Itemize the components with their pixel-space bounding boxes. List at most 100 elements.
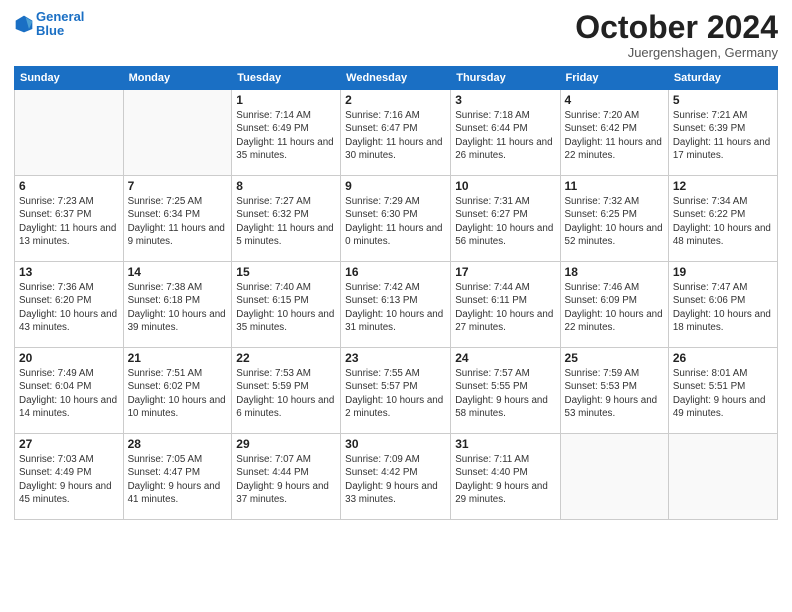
- day-number: 17: [455, 265, 555, 279]
- calendar-cell: 25Sunrise: 7:59 AM Sunset: 5:53 PM Dayli…: [560, 348, 668, 434]
- day-info: Sunrise: 7:38 AM Sunset: 6:18 PM Dayligh…: [128, 281, 228, 334]
- day-info: Sunrise: 7:51 AM Sunset: 6:02 PM Dayligh…: [128, 367, 228, 420]
- day-info: Sunrise: 7:46 AM Sunset: 6:09 PM Dayligh…: [565, 281, 664, 334]
- calendar-cell: 29Sunrise: 7:07 AM Sunset: 4:44 PM Dayli…: [232, 434, 341, 520]
- day-info: Sunrise: 8:01 AM Sunset: 5:51 PM Dayligh…: [673, 367, 773, 420]
- day-info: Sunrise: 7:49 AM Sunset: 6:04 PM Dayligh…: [19, 367, 119, 420]
- day-info: Sunrise: 7:20 AM Sunset: 6:42 PM Dayligh…: [565, 109, 664, 162]
- calendar-cell: 27Sunrise: 7:03 AM Sunset: 4:49 PM Dayli…: [15, 434, 124, 520]
- day-number: 8: [236, 179, 336, 193]
- header: General Blue October 2024 Juergenshagen,…: [14, 10, 778, 60]
- day-number: 16: [345, 265, 446, 279]
- day-number: 2: [345, 93, 446, 107]
- day-info: Sunrise: 7:42 AM Sunset: 6:13 PM Dayligh…: [345, 281, 446, 334]
- calendar-cell: 5 Sunrise: 7:21 AM Sunset: 6:39 PM Daylig…: [668, 90, 777, 176]
- calendar-cell: 2 Sunrise: 7:16 AM Sunset: 6:47 PM Daylig…: [341, 90, 451, 176]
- calendar-cell: 14Sunrise: 7:38 AM Sunset: 6:18 PM Dayli…: [123, 262, 232, 348]
- calendar-cell: 10Sunrise: 7:31 AM Sunset: 6:27 PM Dayli…: [451, 176, 560, 262]
- day-number: 20: [19, 351, 119, 365]
- calendar-cell: 8Sunrise: 7:27 AM Sunset: 6:32 PM Daylig…: [232, 176, 341, 262]
- day-number: 9: [345, 179, 446, 193]
- day-number: 7: [128, 179, 228, 193]
- calendar-cell: 9 Sunrise: 7:29 AM Sunset: 6:30 PM Daylig…: [341, 176, 451, 262]
- col-monday: Monday: [123, 67, 232, 90]
- day-info: Sunrise: 7:14 AM Sunset: 6:49 PM Dayligh…: [236, 109, 336, 162]
- calendar-cell: 11Sunrise: 7:32 AM Sunset: 6:25 PM Dayli…: [560, 176, 668, 262]
- calendar-cell: 1 Sunrise: 7:14 AM Sunset: 6:49 PM Daylig…: [232, 90, 341, 176]
- day-number: 18: [565, 265, 664, 279]
- calendar-cell: 21 Sunrise: 7:51 AM Sunset: 6:02 PM Dayli…: [123, 348, 232, 434]
- day-number: 26: [673, 351, 773, 365]
- logo-line1: General: [36, 9, 84, 24]
- day-number: 10: [455, 179, 555, 193]
- col-tuesday: Tuesday: [232, 67, 341, 90]
- col-sunday: Sunday: [15, 67, 124, 90]
- calendar-cell: [123, 90, 232, 176]
- day-number: 13: [19, 265, 119, 279]
- day-info: Sunrise: 7:36 AM Sunset: 6:20 PM Dayligh…: [19, 281, 119, 334]
- col-thursday: Thursday: [451, 67, 560, 90]
- day-number: 23: [345, 351, 446, 365]
- calendar-body: 1 Sunrise: 7:14 AM Sunset: 6:49 PM Daylig…: [15, 90, 778, 520]
- calendar-cell: 24 Sunrise: 7:57 AM Sunset: 5:55 PM Dayli…: [451, 348, 560, 434]
- day-number: 6: [19, 179, 119, 193]
- logo-text: General Blue: [36, 10, 84, 39]
- day-info: Sunrise: 7:25 AM Sunset: 6:34 PM Dayligh…: [128, 195, 228, 248]
- day-number: 15: [236, 265, 336, 279]
- calendar-cell: 26 Sunrise: 8:01 AM Sunset: 5:51 PM Dayli…: [668, 348, 777, 434]
- day-info: Sunrise: 7:07 AM Sunset: 4:44 PM Dayligh…: [236, 453, 336, 506]
- calendar-cell: 3 Sunrise: 7:18 AM Sunset: 6:44 PM Daylig…: [451, 90, 560, 176]
- calendar-cell: 17 Sunrise: 7:44 AM Sunset: 6:11 PM Dayli…: [451, 262, 560, 348]
- calendar-cell: [15, 90, 124, 176]
- col-saturday: Saturday: [668, 67, 777, 90]
- logo-line2: Blue: [36, 23, 64, 38]
- day-info: Sunrise: 7:47 AM Sunset: 6:06 PM Dayligh…: [673, 281, 773, 334]
- logo-icon: [14, 14, 34, 34]
- day-number: 1: [236, 93, 336, 107]
- day-info: Sunrise: 7:05 AM Sunset: 4:47 PM Dayligh…: [128, 453, 228, 506]
- day-info: Sunrise: 7:11 AM Sunset: 4:40 PM Dayligh…: [455, 453, 555, 506]
- day-info: Sunrise: 7:29 AM Sunset: 6:30 PM Dayligh…: [345, 195, 446, 248]
- day-number: 4: [565, 93, 664, 107]
- day-number: 19: [673, 265, 773, 279]
- day-number: 27: [19, 437, 119, 451]
- day-number: 31: [455, 437, 555, 451]
- calendar-cell: 28 Sunrise: 7:05 AM Sunset: 4:47 PM Dayli…: [123, 434, 232, 520]
- day-info: Sunrise: 7:34 AM Sunset: 6:22 PM Dayligh…: [673, 195, 773, 248]
- calendar: Sunday Monday Tuesday Wednesday Thursday…: [14, 66, 778, 520]
- col-friday: Friday: [560, 67, 668, 90]
- day-info: Sunrise: 7:16 AM Sunset: 6:47 PM Dayligh…: [345, 109, 446, 162]
- day-info: Sunrise: 7:40 AM Sunset: 6:15 PM Dayligh…: [236, 281, 336, 334]
- calendar-cell: 15 Sunrise: 7:40 AM Sunset: 6:15 PM Dayli…: [232, 262, 341, 348]
- day-number: 5: [673, 93, 773, 107]
- calendar-cell: [560, 434, 668, 520]
- calendar-week-4: 27Sunrise: 7:03 AM Sunset: 4:49 PM Dayli…: [15, 434, 778, 520]
- day-number: 21: [128, 351, 228, 365]
- logo: General Blue: [14, 10, 84, 39]
- day-info: Sunrise: 7:55 AM Sunset: 5:57 PM Dayligh…: [345, 367, 446, 420]
- calendar-cell: 16 Sunrise: 7:42 AM Sunset: 6:13 PM Dayli…: [341, 262, 451, 348]
- title-block: October 2024 Juergenshagen, Germany: [575, 10, 778, 60]
- calendar-cell: 30 Sunrise: 7:09 AM Sunset: 4:42 PM Dayli…: [341, 434, 451, 520]
- day-number: 28: [128, 437, 228, 451]
- calendar-week-1: 6Sunrise: 7:23 AM Sunset: 6:37 PM Daylig…: [15, 176, 778, 262]
- day-info: Sunrise: 7:18 AM Sunset: 6:44 PM Dayligh…: [455, 109, 555, 162]
- calendar-cell: 31 Sunrise: 7:11 AM Sunset: 4:40 PM Dayli…: [451, 434, 560, 520]
- calendar-cell: 13 Sunrise: 7:36 AM Sunset: 6:20 PM Dayli…: [15, 262, 124, 348]
- calendar-cell: 20 Sunrise: 7:49 AM Sunset: 6:04 PM Dayli…: [15, 348, 124, 434]
- calendar-cell: 18 Sunrise: 7:46 AM Sunset: 6:09 PM Dayli…: [560, 262, 668, 348]
- calendar-week-3: 20 Sunrise: 7:49 AM Sunset: 6:04 PM Dayli…: [15, 348, 778, 434]
- day-info: Sunrise: 7:09 AM Sunset: 4:42 PM Dayligh…: [345, 453, 446, 506]
- day-info: Sunrise: 7:21 AM Sunset: 6:39 PM Dayligh…: [673, 109, 773, 162]
- day-number: 24: [455, 351, 555, 365]
- day-number: 3: [455, 93, 555, 107]
- col-wednesday: Wednesday: [341, 67, 451, 90]
- day-info: Sunrise: 7:57 AM Sunset: 5:55 PM Dayligh…: [455, 367, 555, 420]
- calendar-cell: 4 Sunrise: 7:20 AM Sunset: 6:42 PM Daylig…: [560, 90, 668, 176]
- day-info: Sunrise: 7:44 AM Sunset: 6:11 PM Dayligh…: [455, 281, 555, 334]
- day-number: 30: [345, 437, 446, 451]
- day-number: 25: [565, 351, 664, 365]
- day-info: Sunrise: 7:53 AM Sunset: 5:59 PM Dayligh…: [236, 367, 336, 420]
- page: General Blue October 2024 Juergenshagen,…: [0, 0, 792, 612]
- calendar-header-row: Sunday Monday Tuesday Wednesday Thursday…: [15, 67, 778, 90]
